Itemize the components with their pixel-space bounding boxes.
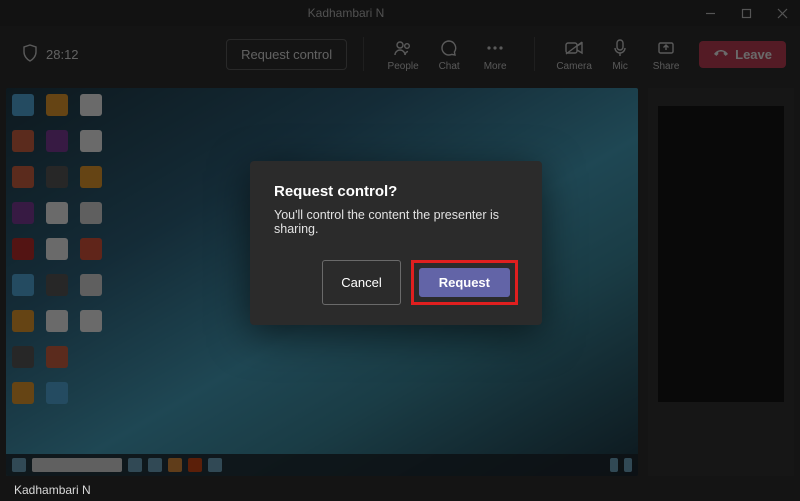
dialog-title: Request control? (274, 183, 518, 200)
request-button[interactable]: Request (419, 268, 510, 297)
cancel-button[interactable]: Cancel (322, 260, 400, 305)
dialog-actions: Cancel Request (274, 260, 518, 305)
request-control-dialog: Request control? You'll control the cont… (250, 161, 542, 325)
highlight-annotation: Request (411, 260, 518, 305)
dialog-body: You'll control the content the presenter… (274, 208, 518, 236)
modal-overlay: Request control? You'll control the cont… (0, 0, 800, 501)
presenter-caption: Kadhambari N (14, 483, 91, 497)
